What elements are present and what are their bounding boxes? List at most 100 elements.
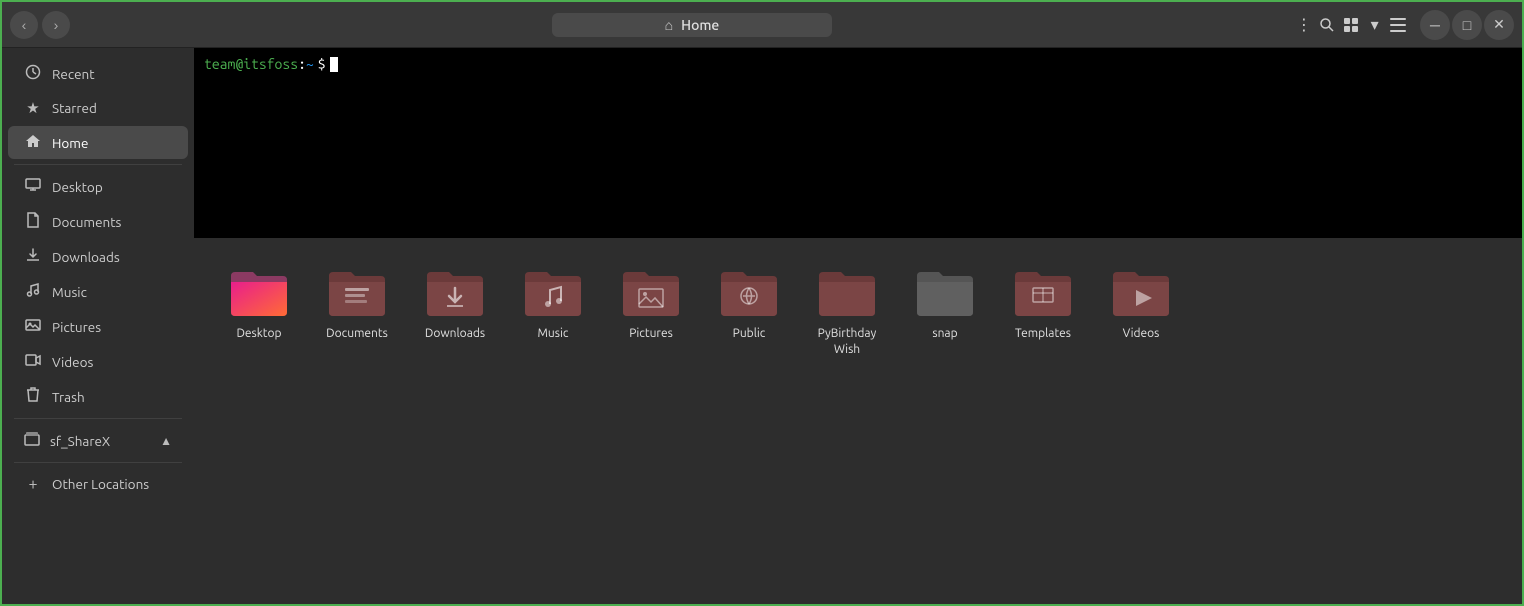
folder-desktop-label: Desktop — [236, 326, 281, 342]
sidebar-label-downloads: Downloads — [52, 249, 120, 265]
folder-pybirthday[interactable]: PyBirthday Wish — [802, 258, 892, 365]
folder-videos-icon — [1109, 266, 1173, 320]
folder-public-icon — [717, 266, 781, 320]
close-button[interactable]: ✕ — [1484, 10, 1514, 40]
sidebar-item-downloads[interactable]: Downloads — [8, 240, 188, 273]
recent-icon — [24, 64, 42, 83]
menu-button[interactable]: ⋮ — [1294, 9, 1314, 41]
sidebar-label-starred: Starred — [52, 100, 97, 116]
music-sidebar-icon — [24, 282, 42, 301]
folder-documents-icon — [325, 266, 389, 320]
folder-downloads[interactable]: Downloads — [410, 258, 500, 365]
view-grid-button[interactable] — [1341, 9, 1361, 41]
downloads-sidebar-icon — [24, 247, 42, 266]
sidebar-item-sf-sharex[interactable]: sf_ShareX ▲ — [8, 424, 188, 457]
folder-desktop-icon — [227, 266, 291, 320]
titlebar-right: ⋮ ▾ ─ □ ✕ — [1294, 9, 1514, 41]
folder-templates[interactable]: Templates — [998, 258, 1088, 365]
folder-music[interactable]: Music — [508, 258, 598, 365]
sidebar-label-videos: Videos — [52, 354, 93, 370]
sidebar-divider-1 — [14, 164, 182, 165]
folder-pybirthday-icon — [815, 266, 879, 320]
sidebar-label-music: Music — [52, 284, 87, 300]
folder-pybirthday-label: PyBirthday Wish — [806, 326, 888, 357]
sidebar-label-home: Home — [52, 135, 88, 151]
sidebar-label-pictures: Pictures — [52, 319, 101, 335]
sidebar-item-other-locations[interactable]: + Other Locations — [8, 468, 188, 500]
folder-music-label: Music — [538, 326, 569, 342]
trash-sidebar-icon — [24, 387, 42, 406]
sidebar-label-recent: Recent — [52, 66, 95, 82]
folder-snap-label: snap — [932, 326, 957, 342]
location-bar[interactable]: ⌂ Home — [552, 13, 832, 37]
titlebar: ‹ › ⌂ Home ⋮ ▾ — [2, 2, 1522, 48]
sidebar-label-trash: Trash — [52, 389, 85, 405]
sidebar-item-videos[interactable]: Videos — [8, 345, 188, 378]
sidebar: Recent ★ Starred Home Desktop — [2, 48, 194, 604]
desktop-sidebar-icon — [24, 177, 42, 196]
sidebar-item-starred[interactable]: ★ Starred — [8, 92, 188, 124]
folder-public[interactable]: Public — [704, 258, 794, 365]
folder-documents[interactable]: Documents — [312, 258, 402, 365]
terminal-colon: : — [298, 56, 306, 72]
videos-sidebar-icon — [24, 352, 42, 371]
sidebar-item-recent[interactable]: Recent — [8, 57, 188, 90]
sf-sharex-icon — [24, 431, 40, 450]
folder-snap[interactable]: snap — [900, 258, 990, 365]
sidebar-item-home[interactable]: Home — [8, 126, 188, 159]
terminal-area[interactable]: team@itsfoss : ~ $ — [194, 48, 1522, 238]
folder-downloads-icon — [423, 266, 487, 320]
nav-buttons: ‹ › — [10, 11, 90, 39]
file-manager-window: ‹ › ⌂ Home ⋮ ▾ — [2, 2, 1522, 604]
files-grid: Desktop Documents — [194, 238, 1522, 604]
folder-videos[interactable]: Videos — [1096, 258, 1186, 365]
pictures-sidebar-icon — [24, 317, 42, 336]
star-icon: ★ — [24, 99, 42, 117]
location-title: Home — [681, 17, 719, 33]
folder-music-icon — [521, 266, 585, 320]
other-locations-icon: + — [24, 475, 42, 493]
folder-pictures-icon — [619, 266, 683, 320]
terminal-cursor — [330, 57, 338, 72]
content-pane: team@itsfoss : ~ $ — [194, 48, 1522, 604]
terminal-path: ~ — [306, 56, 314, 72]
terminal-user: team@itsfoss — [204, 56, 298, 72]
nav-back-button[interactable]: ‹ — [10, 11, 38, 39]
terminal-prompt: team@itsfoss : ~ $ — [204, 56, 1512, 72]
terminal-dollar: $ — [318, 56, 326, 72]
window-controls: ─ □ ✕ — [1420, 10, 1514, 40]
nav-forward-button[interactable]: › — [42, 11, 70, 39]
sf-sharex-eject-icon[interactable]: ▲ — [160, 434, 172, 448]
documents-sidebar-icon — [24, 212, 42, 231]
sidebar-label-other-locations: Other Locations — [52, 476, 149, 492]
main-area: Recent ★ Starred Home Desktop — [2, 48, 1522, 604]
home-sidebar-icon — [24, 133, 42, 152]
search-button[interactable] — [1318, 9, 1338, 41]
sidebar-label-desktop: Desktop — [52, 179, 103, 195]
sidebar-divider-3 — [14, 462, 182, 463]
folder-pictures-label: Pictures — [629, 326, 673, 342]
sidebar-item-trash[interactable]: Trash — [8, 380, 188, 413]
folder-templates-icon — [1011, 266, 1075, 320]
folder-desktop[interactable]: Desktop — [214, 258, 304, 365]
hamburger-button[interactable] — [1388, 9, 1408, 41]
view-dropdown-button[interactable]: ▾ — [1365, 9, 1385, 41]
folder-downloads-label: Downloads — [425, 326, 485, 342]
sidebar-label-documents: Documents — [52, 214, 121, 230]
folder-documents-label: Documents — [326, 326, 388, 342]
home-icon: ⌂ — [665, 17, 673, 33]
sidebar-item-music[interactable]: Music — [8, 275, 188, 308]
folder-templates-label: Templates — [1015, 326, 1071, 342]
sidebar-item-documents[interactable]: Documents — [8, 205, 188, 238]
folder-public-label: Public — [733, 326, 766, 342]
titlebar-center: ⌂ Home — [90, 13, 1294, 37]
folder-pictures[interactable]: Pictures — [606, 258, 696, 365]
sidebar-divider-2 — [14, 418, 182, 419]
minimize-button[interactable]: ─ — [1420, 10, 1450, 40]
sidebar-label-sf-sharex: sf_ShareX — [50, 433, 110, 449]
sidebar-item-desktop[interactable]: Desktop — [8, 170, 188, 203]
folder-videos-label: Videos — [1123, 326, 1160, 342]
maximize-button[interactable]: □ — [1452, 10, 1482, 40]
folder-snap-icon — [913, 266, 977, 320]
sidebar-item-pictures[interactable]: Pictures — [8, 310, 188, 343]
